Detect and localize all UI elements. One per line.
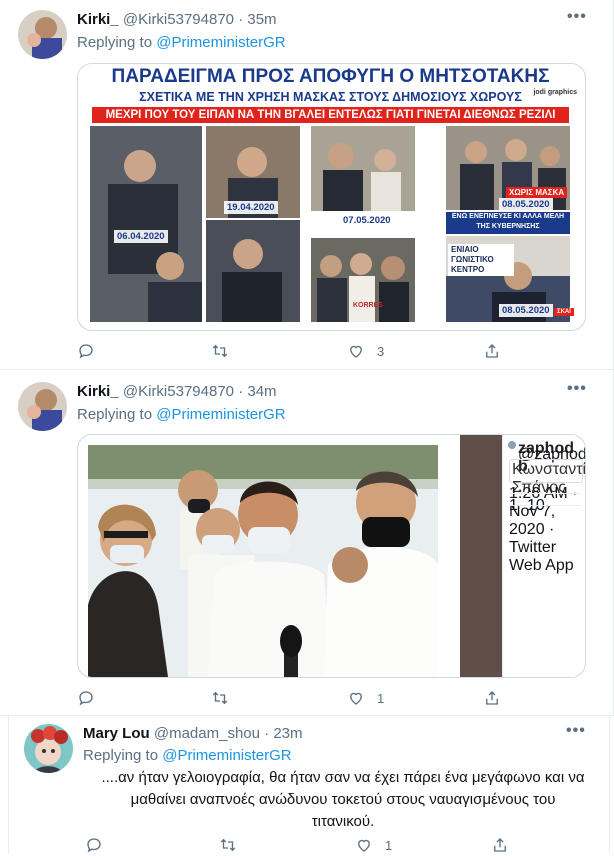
retweet-icon [212, 691, 228, 705]
photo [88, 445, 438, 677]
like-count: 1 [385, 837, 393, 853]
tweet-actions: 1 [85, 836, 515, 856]
photo [90, 126, 202, 322]
no-mask-label: ΧΩΡΙΣ ΜΑΣΚΑ [506, 187, 568, 198]
tweet-time[interactable]: · 35m [238, 11, 276, 28]
embedded-screenshot [460, 435, 502, 677]
retweet-button[interactable] [211, 689, 241, 707]
author-name[interactable]: Mary Lou [83, 725, 150, 742]
reply-icon [87, 838, 101, 853]
replying-prefix: Replying to [83, 747, 159, 764]
more-icon[interactable]: ••• [567, 380, 587, 398]
tweet-actions: 3 [77, 342, 507, 362]
photo [206, 220, 300, 322]
more-icon[interactable]: ••• [567, 8, 587, 26]
poster-subtitle: ΣΧΕΤΙΚΑ ΜΕ ΤΗΝ ΧΡΗΣΗ ΜΑΣΚΑΣ ΣΤΟΥΣ ΔΗΜΟΣΙ… [139, 90, 522, 104]
date-label: 08.05.2020 [499, 304, 553, 317]
date-label: 07.05.2020 [340, 214, 394, 227]
mention-link[interactable]: @PrimeministerGR [156, 34, 285, 51]
share-button[interactable] [483, 689, 501, 707]
like-count: 1 [377, 690, 385, 706]
like-button[interactable]: 3 [347, 342, 384, 360]
tweet-text-line: ....αν ήταν γελοιογραφία, θα ήταν σαν να… [101, 769, 585, 786]
author-handle[interactable]: @Kirki53794870 [123, 11, 234, 28]
reply-button[interactable] [85, 836, 115, 854]
poster-title: ΠΑΡΑΔΕΙΓΜΑ ΠΡΟΣ ΑΠΟΦΥΓΗ Ο ΜΗΤΣΟΤΑΚΗΣ [78, 64, 583, 90]
author-name[interactable]: Kirki_ [77, 11, 119, 28]
photo [311, 126, 415, 211]
like-button[interactable]: 1 [347, 689, 384, 707]
share-icon [486, 344, 498, 358]
tweet[interactable]: Kirki_ @Kirki53794870 · 34m ••• Replying… [0, 370, 614, 715]
replying-prefix: Replying to [77, 34, 153, 51]
tweet-actions: 1 [77, 689, 507, 709]
corner-label: ΣΚΑΪ [554, 308, 574, 316]
avatar[interactable] [18, 382, 67, 431]
tweet-text-line: τιτανικού. [311, 813, 375, 830]
tweet-time[interactable]: · 34m [238, 383, 276, 400]
like-icon [350, 692, 362, 705]
embed-date: 1:26 AM · Nov 7, 2020 · Twitter Web App [509, 485, 578, 574]
mention-link[interactable]: @PrimeministerGR [162, 747, 291, 764]
share-button[interactable] [483, 342, 501, 360]
reply-button[interactable] [77, 342, 107, 360]
retweet-button[interactable] [219, 836, 249, 854]
like-icon [350, 345, 362, 358]
share-button[interactable] [491, 836, 509, 854]
sign-text: ΕΝΙΑΙΟ ΓΩΝΙΣΤΙΚΟ ΚΕΝΤΡΟ [448, 244, 514, 276]
more-icon[interactable]: ••• [566, 722, 586, 740]
tweet-image[interactable]: ΠΑΡΑΔΕΙΓΜΑ ΠΡΟΣ ΑΠΟΦΥΓΗ Ο ΜΗΤΣΟΤΑΚΗΣ jod… [77, 63, 586, 331]
embedded-tweet: zaphod b @zaphodb Κωνσταντίνος Σπάνος 1:… [502, 435, 585, 677]
share-icon [494, 838, 506, 852]
retweet-icon [212, 344, 228, 358]
mention-link[interactable]: @PrimeministerGR [156, 406, 285, 423]
like-button[interactable]: 1 [355, 836, 392, 854]
author-handle[interactable]: @Kirki53794870 [123, 383, 234, 400]
replying-to: Replying to @PrimeministerGR [77, 34, 286, 51]
replying-prefix: Replying to [77, 406, 153, 423]
like-icon [358, 839, 370, 852]
retweet-icon [220, 838, 236, 852]
date-label: 06.04.2020 [114, 230, 168, 243]
date-label: 19.04.2020 [224, 201, 278, 214]
tweet-text: ....αν ήταν γελοιογραφία, θα ήταν σαν να… [83, 767, 603, 833]
shirt-text: KORRES [353, 302, 383, 309]
reply-icon [79, 344, 93, 359]
replying-to: Replying to @PrimeministerGR [77, 406, 286, 423]
share-icon [486, 691, 498, 705]
like-count: 3 [377, 343, 385, 359]
reply-icon [79, 691, 93, 706]
retweet-button[interactable] [211, 342, 241, 360]
also-label: ΕΝΩ ΕΝΕΠΝΕΥΣΕ ΚΙ ΑΛΛΑ ΜΕΛΗ ΤΗΣ ΚΥΒΕΡΝΗΣΗ… [446, 212, 570, 234]
tweet-image[interactable]: zaphod b @zaphodb Κωνσταντίνος Σπάνος 1:… [77, 434, 586, 678]
replying-to: Replying to @PrimeministerGR [83, 747, 292, 764]
tweet[interactable]: Kirki_ @Kirki53794870 · 35m ••• Replying… [0, 0, 614, 369]
tweet[interactable]: Mary Lou @madam_shou · 23m ••• Replying … [8, 716, 610, 853]
author-handle[interactable]: @madam_shou [154, 725, 260, 742]
date-label: 08.05.2020 [499, 198, 553, 211]
author-name[interactable]: Kirki_ [77, 383, 119, 400]
tweet-time[interactable]: · 23m [264, 725, 302, 742]
avatar[interactable] [18, 10, 67, 59]
reply-button[interactable] [77, 689, 107, 707]
poster-banner: ΜΕΧΡΙ ΠΟΥ ΤΟΥ ΕΙΠΑΝ ΝΑ ΤΗΝ ΒΓΑΛΕΙ ΕΝΤΕΛΩ… [92, 107, 569, 123]
avatar[interactable] [24, 724, 73, 773]
tweet-text-line: μαθαίνει αναπνοές ανώδυνου τοκετού στους… [130, 791, 556, 808]
